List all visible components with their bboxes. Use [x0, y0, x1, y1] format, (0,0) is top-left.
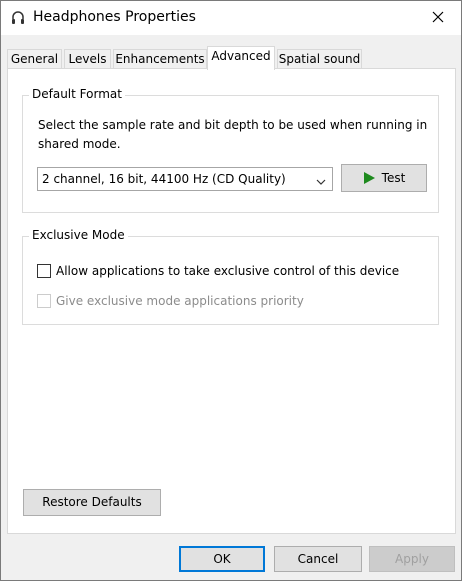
exclusive-priority-checkbox [37, 294, 51, 308]
exclusive-priority-label: Give exclusive mode applications priorit… [56, 294, 304, 308]
tab-advanced[interactable]: Advanced [207, 46, 275, 70]
advanced-panel: Default Format Select the sample rate an… [7, 68, 456, 534]
apply-button: Apply [369, 546, 455, 572]
tab-spatial-sound[interactable]: Spatial sound [277, 49, 362, 70]
exclusive-priority-checkbox-row: Give exclusive mode applications priorit… [37, 292, 304, 310]
allow-exclusive-checkbox[interactable] [37, 264, 51, 278]
exclusive-mode-group: Exclusive Mode Allow applications to tak… [22, 228, 439, 325]
allow-exclusive-checkbox-row[interactable]: Allow applications to take exclusive con… [37, 262, 399, 280]
test-label: Test [381, 171, 406, 185]
play-icon [363, 171, 376, 185]
exclusive-mode-title: Exclusive Mode [29, 228, 128, 242]
tab-enhancements[interactable]: Enhancements [113, 49, 207, 70]
allow-exclusive-label: Allow applications to take exclusive con… [56, 264, 400, 278]
tab-general[interactable]: General [7, 49, 62, 70]
selected-format-value: 2 channel, 16 bit, 44100 Hz (CD Quality) [42, 172, 286, 186]
tab-levels[interactable]: Levels [64, 49, 111, 70]
properties-window: Headphones Properties General Levels Enh… [0, 0, 462, 581]
test-button[interactable]: Test [341, 164, 427, 192]
default-format-group: Default Format Select the sample rate an… [22, 87, 439, 213]
cancel-button[interactable]: Cancel [274, 546, 362, 572]
ok-button[interactable]: OK [179, 546, 265, 572]
default-format-title: Default Format [29, 87, 125, 101]
close-button[interactable] [415, 1, 461, 35]
restore-defaults-button[interactable]: Restore Defaults [23, 489, 161, 516]
headphones-icon [10, 10, 26, 26]
title-bar: Headphones Properties [1, 1, 461, 35]
window-title: Headphones Properties [33, 9, 196, 25]
chevron-down-icon [315, 173, 327, 185]
default-format-description: Select the sample rate and bit depth to … [38, 118, 428, 151]
close-icon [432, 11, 444, 26]
sample-rate-dropdown[interactable]: 2 channel, 16 bit, 44100 Hz (CD Quality) [37, 167, 333, 191]
